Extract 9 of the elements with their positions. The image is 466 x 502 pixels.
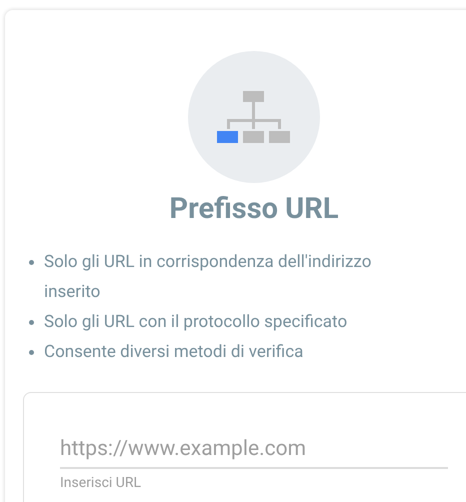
feature-text: Solo gli URL in corrispondenza dell'indirizzo inserito: [44, 251, 372, 304]
feature-text: Consente diversi metodi di verifica: [44, 341, 304, 364]
bullet-icon: [29, 260, 34, 265]
url-field[interactable]: https://www.example.com: [60, 431, 448, 469]
bullet-icon: [29, 350, 34, 355]
feature-text: Solo gli URL con il protocollo specificato: [44, 311, 348, 334]
helper-text: Inserisci URL: [60, 475, 142, 491]
card-title: Prefisso URL: [169, 191, 339, 228]
bullet-icon: [29, 320, 34, 325]
